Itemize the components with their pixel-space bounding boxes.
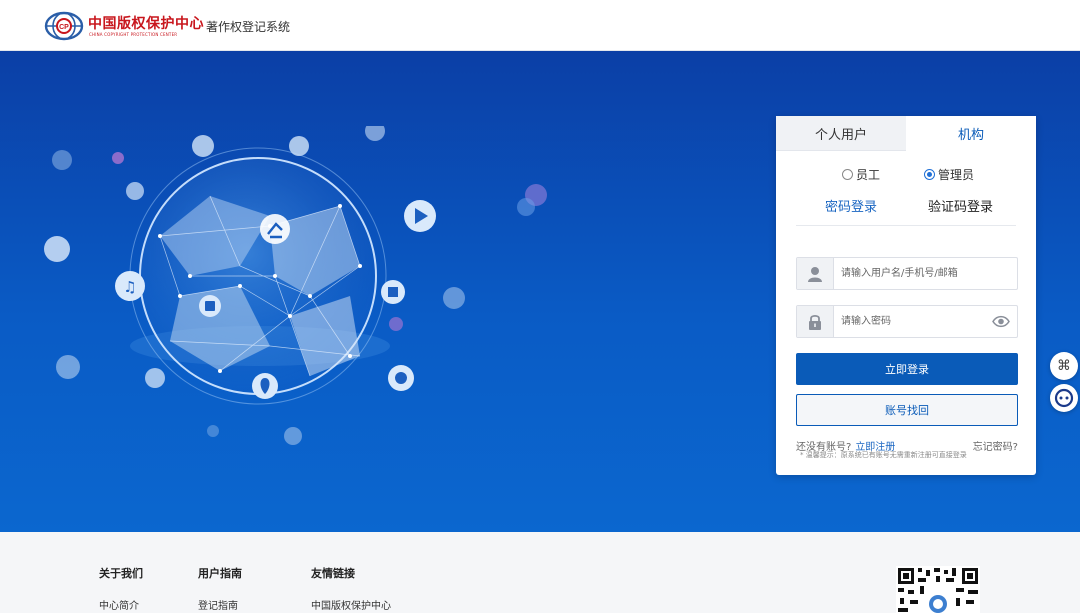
svg-text:CP: CP — [59, 24, 69, 31]
command-button[interactable]: ⌘ — [1050, 352, 1078, 380]
footer-link-guide[interactable]: 登记指南 — [198, 597, 242, 612]
svg-text:♫: ♫ — [123, 278, 136, 296]
user-type-tabs: 个人用户 机构 — [776, 116, 1036, 151]
username-field — [796, 257, 1018, 290]
account-recovery-button[interactable]: 账号找回 — [796, 394, 1018, 426]
chat-bot-button[interactable] — [1050, 384, 1078, 412]
sms-code-login-tab[interactable]: 验证码登录 — [928, 196, 993, 215]
logo-text: 中国版权保护中心 — [88, 16, 204, 32]
header: CP 中国版权保护中心 CHINA COPYRIGHT PROTECTION C… — [0, 0, 1080, 51]
system-name: 著作权登记系统 — [206, 20, 291, 34]
lock-icon — [797, 306, 834, 337]
login-button[interactable]: 立即登录 — [796, 353, 1018, 385]
tab-personal[interactable]: 个人用户 — [776, 116, 906, 151]
globe-illustration: ♫ — [44, 126, 465, 445]
radio-icon — [842, 169, 853, 180]
hero-banner: ♫ 个人用户 机构 员工 管理员 密码登录 验证码登录 请输入用户名/手机号/邮… — [0, 51, 1080, 532]
footer-heading: 关于我们 — [99, 567, 143, 580]
eye-icon[interactable] — [992, 315, 1010, 328]
role-staff-label: 员工 — [856, 168, 881, 182]
footer-heading: 友情链接 — [311, 567, 355, 580]
username-input[interactable] — [841, 258, 991, 289]
password-input[interactable] — [841, 306, 991, 337]
role-staff-radio[interactable]: 员工 — [842, 166, 880, 183]
tab-organization[interactable]: 机构 — [906, 116, 1036, 151]
user-icon — [797, 258, 834, 289]
tip-text: * 温馨提示：原系统已有账号无需重新注册可直接登录 — [800, 451, 967, 459]
login-card: 个人用户 机构 员工 管理员 密码登录 验证码登录 请输入用户名/手机号/邮箱 … — [776, 116, 1036, 475]
role-selector: 员工 管理员 — [776, 166, 1036, 182]
footer-link-intro[interactable]: 中心简介 — [99, 597, 143, 612]
radio-checked-icon — [924, 169, 935, 180]
footer-col-about: 关于我们 中心简介 — [99, 565, 143, 612]
qr-code-icon — [896, 566, 980, 613]
ccpc-logo-icon[interactable]: CP — [44, 10, 84, 42]
role-admin-radio[interactable]: 管理员 — [924, 166, 974, 183]
password-login-tab[interactable]: 密码登录 — [825, 196, 877, 215]
command-icon: ⌘ — [1057, 358, 1071, 374]
footer-col-links: 友情链接 中国版权保护中心 — [311, 565, 391, 612]
login-method-tabs: 密码登录 验证码登录 — [796, 196, 1016, 226]
role-admin-label: 管理员 — [938, 168, 975, 182]
decorative-bubble-icon — [517, 184, 547, 216]
footer: 关于我们 中心简介 用户指南 登记指南 友情链接 中国版权保护中心 — [0, 532, 1080, 613]
footer-link-ccpc[interactable]: 中国版权保护中心 — [311, 597, 391, 612]
chat-bot-icon — [1054, 388, 1074, 408]
footer-heading: 用户指南 — [198, 567, 242, 580]
footer-col-guide: 用户指南 登记指南 — [198, 565, 242, 612]
logo-subtext: CHINA COPYRIGHT PROTECTION CENTER — [89, 32, 178, 37]
password-field — [796, 305, 1018, 338]
